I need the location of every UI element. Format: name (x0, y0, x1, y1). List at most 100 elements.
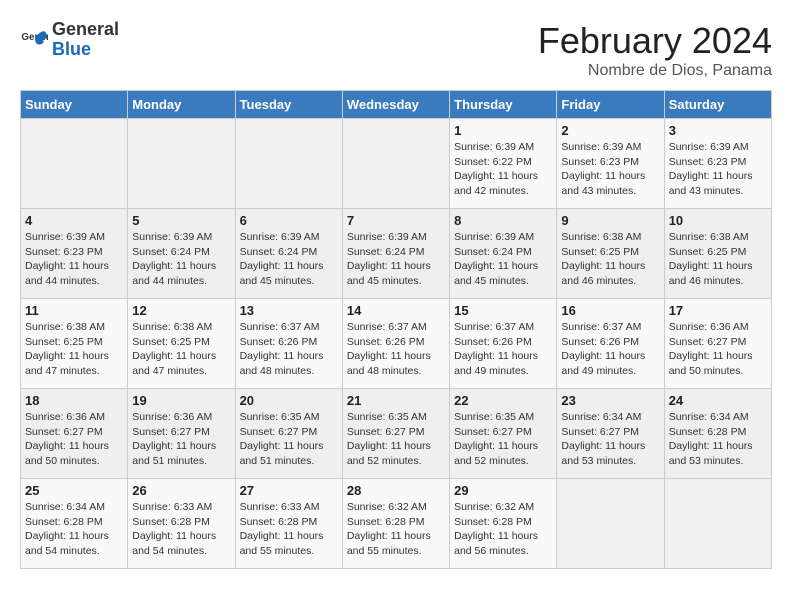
calendar-week-row: 4 Sunrise: 6:39 AM Sunset: 6:23 PM Daylig… (21, 209, 772, 299)
day-info: Sunrise: 6:37 AM Sunset: 6:26 PM Dayligh… (454, 320, 552, 379)
page-header: General General Blue February 2024 Nombr… (20, 20, 772, 80)
calendar-title: February 2024 (538, 20, 772, 62)
calendar-day-cell: 28Sunrise: 6:32 AM Sunset: 6:28 PM Dayli… (342, 479, 449, 569)
logo-line2: Blue (52, 40, 119, 60)
calendar-table: SundayMondayTuesdayWednesdayThursdayFrid… (20, 90, 772, 569)
day-number: 16 (561, 303, 659, 318)
day-number: 25 (25, 483, 123, 498)
calendar-day-cell: 24 Sunrise: 6:34 AM Sunset: 6:28 PM Dayli… (664, 389, 771, 479)
calendar-day-cell: 6 Sunrise: 6:39 AM Sunset: 6:24 PM Daylig… (235, 209, 342, 299)
calendar-day-cell: 7 Sunrise: 6:39 AM Sunset: 6:24 PM Daylig… (342, 209, 449, 299)
calendar-day-cell: 11Sunrise: 6:38 AM Sunset: 6:25 PM Dayli… (21, 299, 128, 389)
day-info: Sunrise: 6:32 AM Sunset: 6:28 PM Dayligh… (347, 500, 445, 559)
calendar-day-cell: 21 Sunrise: 6:35 AM Sunset: 6:27 PM Dayli… (342, 389, 449, 479)
calendar-day-cell: 5 Sunrise: 6:39 AM Sunset: 6:24 PM Daylig… (128, 209, 235, 299)
calendar-day-cell: 17 Sunrise: 6:36 AM Sunset: 6:27 PM Dayli… (664, 299, 771, 389)
day-number: 15 (454, 303, 552, 318)
day-info: Sunrise: 6:38 AM Sunset: 6:25 PM Dayligh… (669, 230, 767, 289)
logo-icon: General (20, 26, 48, 54)
calendar-day-cell: 12 Sunrise: 6:38 AM Sunset: 6:25 PM Dayli… (128, 299, 235, 389)
calendar-day-cell: 20Sunrise: 6:35 AM Sunset: 6:27 PM Dayli… (235, 389, 342, 479)
calendar-day-cell: 2Sunrise: 6:39 AM Sunset: 6:23 PM Daylig… (557, 119, 664, 209)
day-info: Sunrise: 6:39 AM Sunset: 6:24 PM Dayligh… (240, 230, 338, 289)
calendar-day-cell: 8 Sunrise: 6:39 AM Sunset: 6:24 PM Daylig… (450, 209, 557, 299)
day-number: 21 (347, 393, 445, 408)
logo-text: General Blue (52, 20, 119, 60)
day-number: 23 (561, 393, 659, 408)
day-info: Sunrise: 6:39 AM Sunset: 6:24 PM Dayligh… (454, 230, 552, 289)
calendar-body: 1 Sunrise: 6:39 AM Sunset: 6:22 PM Daylig… (21, 119, 772, 569)
day-number: 14 (347, 303, 445, 318)
day-info: Sunrise: 6:36 AM Sunset: 6:27 PM Dayligh… (25, 410, 123, 469)
weekday-header: Friday (557, 91, 664, 119)
day-number: 9 (561, 213, 659, 228)
day-info: Sunrise: 6:39 AM Sunset: 6:24 PM Dayligh… (347, 230, 445, 289)
day-number: 12 (132, 303, 230, 318)
day-number: 5 (132, 213, 230, 228)
day-info: Sunrise: 6:36 AM Sunset: 6:27 PM Dayligh… (132, 410, 230, 469)
day-info: Sunrise: 6:39 AM Sunset: 6:24 PM Dayligh… (132, 230, 230, 289)
day-info: Sunrise: 6:39 AM Sunset: 6:23 PM Dayligh… (25, 230, 123, 289)
calendar-day-cell: 1 Sunrise: 6:39 AM Sunset: 6:22 PM Daylig… (450, 119, 557, 209)
day-number: 8 (454, 213, 552, 228)
calendar-day-cell: 13 Sunrise: 6:37 AM Sunset: 6:26 PM Dayli… (235, 299, 342, 389)
weekday-header: Saturday (664, 91, 771, 119)
day-info: Sunrise: 6:35 AM Sunset: 6:27 PM Dayligh… (454, 410, 552, 469)
day-number: 17 (669, 303, 767, 318)
calendar-week-row: 18 Sunrise: 6:36 AM Sunset: 6:27 PM Dayli… (21, 389, 772, 479)
calendar-day-cell: 18 Sunrise: 6:36 AM Sunset: 6:27 PM Dayli… (21, 389, 128, 479)
calendar-week-row: 1 Sunrise: 6:39 AM Sunset: 6:22 PM Daylig… (21, 119, 772, 209)
day-number: 26 (132, 483, 230, 498)
calendar-day-cell: 22 Sunrise: 6:35 AM Sunset: 6:27 PM Dayli… (450, 389, 557, 479)
calendar-day-cell: 27 Sunrise: 6:33 AM Sunset: 6:28 PM Dayli… (235, 479, 342, 569)
day-info: Sunrise: 6:34 AM Sunset: 6:28 PM Dayligh… (669, 410, 767, 469)
day-info: Sunrise: 6:33 AM Sunset: 6:28 PM Dayligh… (132, 500, 230, 559)
day-number: 4 (25, 213, 123, 228)
calendar-day-cell: 10 Sunrise: 6:38 AM Sunset: 6:25 PM Dayli… (664, 209, 771, 299)
title-block: February 2024 Nombre de Dios, Panama (538, 20, 772, 80)
day-number: 2 (561, 123, 659, 138)
day-number: 27 (240, 483, 338, 498)
day-info: Sunrise: 6:36 AM Sunset: 6:27 PM Dayligh… (669, 320, 767, 379)
calendar-day-cell (557, 479, 664, 569)
calendar-week-row: 11Sunrise: 6:38 AM Sunset: 6:25 PM Dayli… (21, 299, 772, 389)
day-number: 24 (669, 393, 767, 408)
weekday-header: Wednesday (342, 91, 449, 119)
calendar-day-cell (342, 119, 449, 209)
day-info: Sunrise: 6:38 AM Sunset: 6:25 PM Dayligh… (132, 320, 230, 379)
day-info: Sunrise: 6:37 AM Sunset: 6:26 PM Dayligh… (561, 320, 659, 379)
day-info: Sunrise: 6:37 AM Sunset: 6:26 PM Dayligh… (347, 320, 445, 379)
day-info: Sunrise: 6:33 AM Sunset: 6:28 PM Dayligh… (240, 500, 338, 559)
calendar-day-cell: 16 Sunrise: 6:37 AM Sunset: 6:26 PM Dayli… (557, 299, 664, 389)
day-info: Sunrise: 6:34 AM Sunset: 6:28 PM Dayligh… (25, 500, 123, 559)
calendar-week-row: 25 Sunrise: 6:34 AM Sunset: 6:28 PM Dayli… (21, 479, 772, 569)
day-number: 10 (669, 213, 767, 228)
calendar-day-cell: 4 Sunrise: 6:39 AM Sunset: 6:23 PM Daylig… (21, 209, 128, 299)
weekday-header: Tuesday (235, 91, 342, 119)
calendar-day-cell: 23Sunrise: 6:34 AM Sunset: 6:27 PM Dayli… (557, 389, 664, 479)
day-info: Sunrise: 6:32 AM Sunset: 6:28 PM Dayligh… (454, 500, 552, 559)
calendar-day-cell: 9Sunrise: 6:38 AM Sunset: 6:25 PM Daylig… (557, 209, 664, 299)
calendar-day-cell: 15 Sunrise: 6:37 AM Sunset: 6:26 PM Dayli… (450, 299, 557, 389)
calendar-day-cell (664, 479, 771, 569)
day-info: Sunrise: 6:37 AM Sunset: 6:26 PM Dayligh… (240, 320, 338, 379)
day-number: 29 (454, 483, 552, 498)
day-number: 19 (132, 393, 230, 408)
day-info: Sunrise: 6:35 AM Sunset: 6:27 PM Dayligh… (347, 410, 445, 469)
weekday-header: Monday (128, 91, 235, 119)
day-number: 7 (347, 213, 445, 228)
day-info: Sunrise: 6:35 AM Sunset: 6:27 PM Dayligh… (240, 410, 338, 469)
day-info: Sunrise: 6:39 AM Sunset: 6:22 PM Dayligh… (454, 140, 552, 199)
calendar-day-cell: 14 Sunrise: 6:37 AM Sunset: 6:26 PM Dayli… (342, 299, 449, 389)
day-number: 1 (454, 123, 552, 138)
calendar-header: SundayMondayTuesdayWednesdayThursdayFrid… (21, 91, 772, 119)
day-number: 13 (240, 303, 338, 318)
calendar-day-cell: 3Sunrise: 6:39 AM Sunset: 6:23 PM Daylig… (664, 119, 771, 209)
calendar-day-cell: 26 Sunrise: 6:33 AM Sunset: 6:28 PM Dayli… (128, 479, 235, 569)
day-info: Sunrise: 6:38 AM Sunset: 6:25 PM Dayligh… (25, 320, 123, 379)
logo-line1: General (52, 20, 119, 40)
day-number: 22 (454, 393, 552, 408)
day-number: 6 (240, 213, 338, 228)
day-number: 18 (25, 393, 123, 408)
weekday-header: Sunday (21, 91, 128, 119)
